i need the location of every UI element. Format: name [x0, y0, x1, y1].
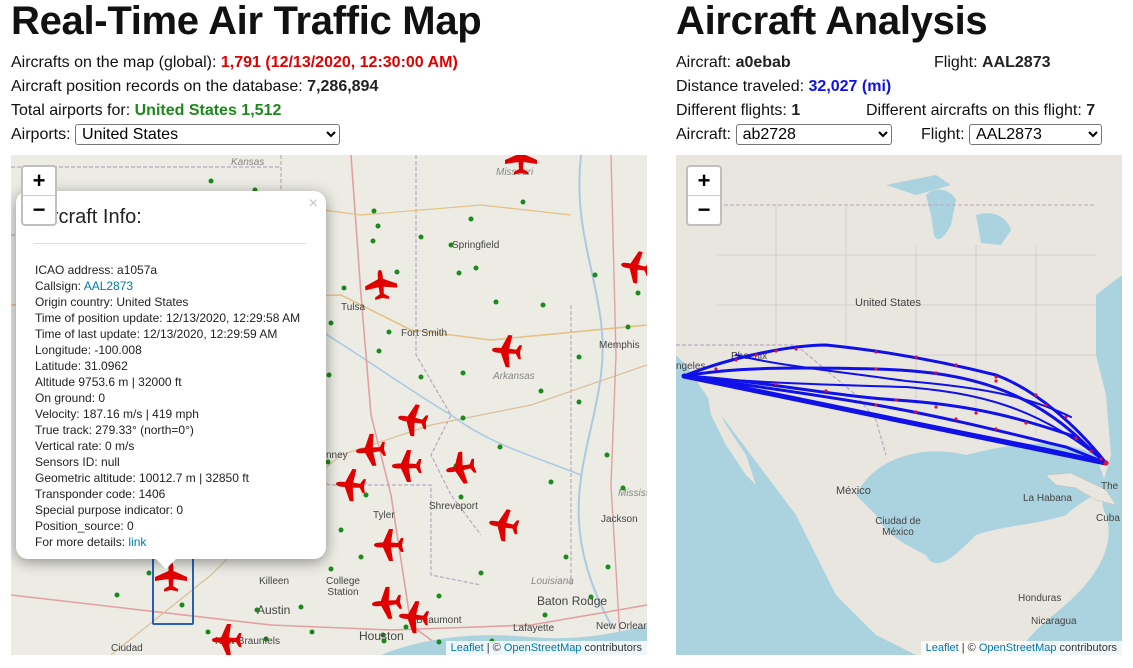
callsign-link[interactable]: AAL2873: [84, 279, 133, 293]
flight-value: AAL2873: [982, 54, 1051, 71]
popup-longitude: Longitude: -100.008: [35, 343, 142, 357]
aircraft-global-value: 1,791 (12/13/2020, 12:30:00 AM): [220, 54, 458, 71]
aircraft-marker: [212, 624, 242, 655]
close-icon[interactable]: ×: [309, 195, 318, 213]
popup-callsign-label: Callsign:: [35, 279, 84, 293]
zoom-control: + −: [21, 165, 57, 226]
aircraft-marker: [505, 155, 537, 175]
airports-select-label: Airports:: [11, 126, 76, 143]
zoom-control-right: + −: [686, 165, 722, 226]
records-value: 7,286,894: [307, 78, 379, 95]
diff-aircrafts-label: Different aircrafts on this flight:: [866, 102, 1087, 119]
left-panel: Real-Time Air Traffic Map Aircrafts on t…: [11, 0, 647, 147]
popup-spi: Special purpose indicator: 0: [35, 503, 184, 517]
aircraft-marker: [354, 432, 387, 468]
distance-value: 32,027 (mi): [808, 78, 892, 95]
popup-velocity: Velocity: 187.16 m/s | 419 mph: [35, 407, 199, 421]
popup-body: ICAO address: a1057a Callsign: AAL2873 O…: [35, 262, 300, 550]
flight-select[interactable]: AAL2873: [969, 124, 1103, 145]
diff-flights-value: 1: [791, 102, 801, 119]
airports-total-label: Total airports for:: [11, 102, 135, 119]
aircraft-marker: [397, 599, 430, 635]
popup-sensors: Sensors ID: null: [35, 455, 120, 469]
zoom-out-button-right[interactable]: −: [688, 195, 720, 224]
diff-aircrafts-info: Different aircrafts on this flight: 7: [866, 99, 1095, 123]
popup-on-ground: On ground: 0: [35, 391, 106, 405]
map-attribution-right: Leaflet | © OpenStreetMap contributors: [920, 641, 1122, 655]
aircraft-marker: [374, 529, 404, 561]
aircraft-marker: [486, 506, 522, 544]
popup-transponder: Transponder code: 1406: [35, 487, 166, 501]
records-row: Aircraft position records on the databas…: [11, 75, 647, 99]
aircraft-marker: [370, 585, 403, 621]
diff-aircrafts-value: 7: [1086, 102, 1096, 119]
aircraft-marker: [490, 333, 523, 369]
selects-row: Aircraft: ab2728 Flight: AAL2873: [676, 123, 1122, 147]
flight-track-lines: [681, 343, 1109, 466]
diff-row: Different flights: 1 Different aircrafts…: [676, 99, 1122, 123]
map-attribution: Leaflet | © OpenStreetMap contributors: [445, 641, 647, 655]
airports-select[interactable]: United States: [75, 124, 341, 145]
zoom-in-button[interactable]: +: [23, 167, 55, 195]
aircraft-info-popup: × Aircraft Info: ICAO address: a1057a Ca…: [16, 191, 326, 569]
diff-flights-label: Different flights:: [676, 102, 792, 119]
zoom-in-button-right[interactable]: +: [688, 167, 720, 195]
popup-geo-altitude: Geometric altitude: 10012.7 m | 32850 ft: [35, 471, 249, 485]
leaflet-link[interactable]: Leaflet: [451, 642, 484, 654]
flight-track-map[interactable]: United States Phoenix ngeles México Ciud…: [676, 155, 1122, 655]
osm-link[interactable]: OpenStreetMap: [504, 642, 582, 654]
analysis-title: Aircraft Analysis: [676, 0, 988, 43]
flight-select-label: Flight:: [921, 126, 970, 143]
zoom-out-button[interactable]: −: [23, 195, 55, 224]
popup-origin: Origin country: United States: [35, 295, 189, 309]
flight-label: Flight:: [934, 54, 983, 71]
popup-details-label: For more details:: [35, 535, 129, 549]
map-title: Real-Time Air Traffic Map: [11, 0, 482, 43]
popup-true-track: True track: 279.33° (north=0°): [35, 423, 194, 437]
aircraft-select[interactable]: ab2728: [735, 124, 892, 145]
distance-row: Distance traveled: 32,027 (mi): [676, 75, 1122, 99]
details-link[interactable]: link: [128, 535, 146, 549]
flight-info: Flight: AAL2873: [934, 51, 1051, 75]
aircraft-label: Aircraft:: [676, 54, 736, 71]
attribution-sep: | ©: [483, 642, 504, 654]
aircraft-global-label: Aircrafts on the map (global):: [11, 54, 221, 71]
aircraft-global-row: Aircrafts on the map (global): 1,791 (12…: [11, 51, 647, 75]
airports-select-row: Airports: United States: [11, 123, 647, 147]
popup-details: For more details: link: [35, 534, 300, 550]
aircraft-marker: [334, 467, 367, 503]
aircraft-select-label: Aircraft:: [676, 126, 736, 143]
flight-track-layer: [681, 343, 1109, 466]
airports-total-value: United States 1,512: [134, 102, 282, 119]
attribution-contributors: contributors: [581, 642, 642, 654]
air-traffic-map[interactable]: Kansas Missouri Springfield Tulsa Fort S…: [11, 155, 647, 655]
records-label: Aircraft position records on the databas…: [11, 78, 308, 95]
popup-icao: ICAO address: a1057a: [35, 263, 158, 277]
airports-total-row: Total airports for: United States 1,512: [11, 99, 647, 123]
popup-callsign: Callsign: AAL2873: [35, 278, 300, 294]
aircraft-value: a0ebab: [735, 54, 791, 71]
popup-position-source: Position_source: 0: [35, 519, 134, 533]
leaflet-link-right[interactable]: Leaflet: [926, 642, 959, 654]
popup-time-position: Time of position update: 12/13/2020, 12:…: [35, 311, 301, 325]
aircraft-marker: [618, 248, 647, 286]
popup-time-last: Time of last update: 12/13/2020, 12:29:5…: [35, 327, 278, 341]
right-panel: Aircraft Analysis Aircraft: a0ebab Fligh…: [676, 0, 1122, 147]
popup-vertical-rate: Vertical rate: 0 m/s: [35, 439, 135, 453]
flight-select-wrap: Flight: AAL2873: [921, 123, 1103, 147]
aircraft-marker: [363, 268, 399, 301]
aircraft-marker: [443, 449, 479, 487]
aircraft-marker: [392, 450, 422, 482]
distance-label: Distance traveled:: [676, 78, 809, 95]
popup-divider: [34, 243, 306, 244]
aircraft-marker: [395, 401, 431, 439]
attribution-contributors-right: contributors: [1056, 642, 1117, 654]
popup-latitude: Latitude: 31.0962: [35, 359, 128, 373]
popup-altitude: Altitude 9753.6 m | 32000 ft: [35, 375, 182, 389]
attribution-sep-right: | ©: [958, 642, 979, 654]
aircraft-flight-row: Aircraft: a0ebab Flight: AAL2873: [676, 51, 1122, 75]
osm-link-right[interactable]: OpenStreetMap: [979, 642, 1057, 654]
